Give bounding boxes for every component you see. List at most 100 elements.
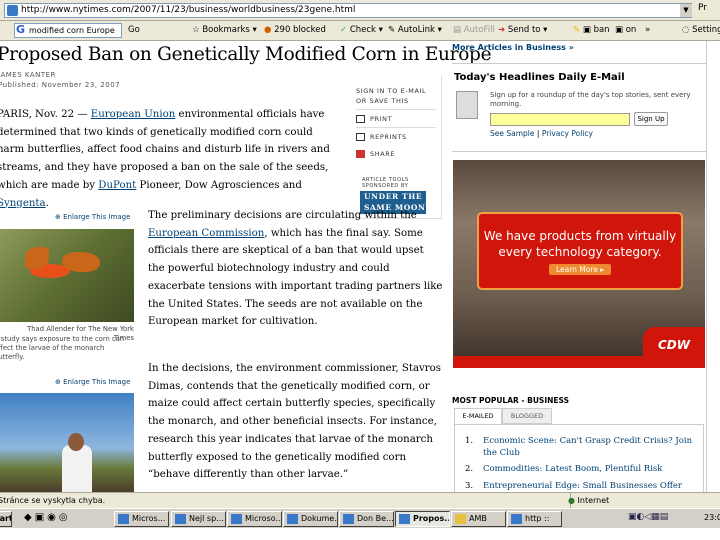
status-text: Stránce se vyskytla chyba.	[0, 496, 106, 505]
go-search-button[interactable]: Go	[128, 25, 140, 35]
more-button[interactable]: »	[645, 25, 650, 35]
dupont-link[interactable]: DuPont	[98, 180, 136, 191]
sign-in-link[interactable]: SIGN IN TO E-MAIL OR SAVE THIS	[356, 86, 436, 106]
p1-text: Pioneer, Dow Agrosciences and	[136, 179, 302, 191]
google-icon: G	[16, 23, 26, 36]
article-tools: SIGN IN TO E-MAIL OR SAVE THIS PRINT REP…	[350, 76, 442, 219]
popular-link[interactable]: Entrepreneurial Edge: Small Businesses O…	[483, 480, 695, 492]
taskbar-item[interactable]: Micros...	[114, 511, 169, 527]
address-bar: http://www.nytimes.com/2007/11/23/busine…	[0, 0, 720, 21]
butterfly-wing	[25, 247, 49, 269]
taskbar-item-active[interactable]: Propos...	[395, 511, 450, 527]
bookmarks-label: Bookmarks	[202, 25, 250, 35]
see-sample-link[interactable]: See Sample	[490, 129, 535, 138]
status-bar: Stránce se vyskytla chyba. ● Internet	[0, 492, 720, 508]
send-icon: ➜	[498, 25, 506, 35]
print-label: PRINT	[370, 115, 393, 123]
article-paragraph-2: The preliminary decisions are circulatin…	[148, 207, 443, 331]
share-button[interactable]: SHARE	[356, 145, 436, 163]
popular-item-1[interactable]: 1. Economic Scene: Can't Grasp Credit Cri…	[465, 435, 695, 459]
person-head	[68, 433, 84, 451]
url-input[interactable]: http://www.nytimes.com/2007/11/23/busine…	[4, 3, 692, 18]
check-button[interactable]: ✓ Check ▾	[340, 25, 383, 35]
print-button[interactable]: PRINT	[356, 109, 436, 127]
taskbar-item[interactable]: http ::	[507, 511, 562, 527]
taskbar-label: Micros...	[132, 514, 166, 523]
window-icon	[175, 514, 186, 524]
taskbar-item[interactable]: Nejl sp...	[171, 511, 226, 527]
blocked-label: 290 blocked	[274, 25, 326, 35]
enlarge-image-link-1[interactable]: ⊕ Enlarge This Image	[55, 213, 130, 221]
tab-e-mailed[interactable]: E-MAILED	[454, 408, 502, 424]
highlighter-icon: ✎	[573, 25, 581, 35]
zone-label: Internet	[577, 496, 610, 505]
newsletter-title: Today's Headlines Daily E-Mail	[454, 72, 625, 83]
highlight-ban-button[interactable]: ✎ ▣ ban	[573, 25, 610, 35]
tray-icons[interactable]: ▣◐◁▦▤	[628, 512, 668, 522]
taskbar-item[interactable]: Don Be...	[339, 511, 394, 527]
taskbar-label: Propos...	[413, 514, 450, 523]
sponsor-label: ARTICLE TOOLS SPONSORED BY	[362, 177, 409, 189]
popular-item-3[interactable]: 3. Entrepreneurial Edge: Small Businesses…	[465, 480, 695, 492]
tab-blogged[interactable]: BLOGGED	[502, 408, 552, 424]
person-shape	[62, 445, 92, 492]
enlarge-image-link-2[interactable]: ⊕ Enlarge This Image	[55, 378, 130, 386]
toolbar-search-input[interactable]: Gmodified corn Europe	[14, 23, 122, 38]
p1-text: environmental officials have determined …	[0, 109, 330, 191]
rank: 2.	[465, 464, 474, 474]
separator: |	[536, 129, 540, 138]
ad-message-box: We have products from virtually every te…	[477, 212, 683, 290]
share-label: SHARE	[370, 150, 396, 158]
email-input[interactable]	[490, 113, 630, 126]
send-to-button[interactable]: ➜ Send to ▾	[498, 25, 547, 35]
sign-up-button[interactable]: Sign Up	[634, 112, 668, 126]
send-to-label: Send to	[507, 25, 541, 35]
autofill-button[interactable]: ▤ AutoFill	[453, 25, 495, 35]
european-union-link[interactable]: European Union	[91, 109, 176, 120]
check-label: Check	[349, 25, 376, 35]
privacy-policy-link[interactable]: Privacy Policy	[542, 129, 593, 138]
popular-link[interactable]: Commodities: Latest Boom, Plentiful Risk	[483, 463, 695, 475]
printer-icon	[356, 115, 365, 123]
p1-text: PARIS, Nov. 22 —	[0, 109, 91, 120]
url-text: http://www.nytimes.com/2007/11/23/busine…	[21, 5, 356, 15]
taskbar-label: AMB	[469, 514, 487, 523]
taskbar-label: Dokume...	[301, 514, 338, 523]
start-button[interactable]: Start	[0, 511, 12, 527]
ban-label: ban	[593, 25, 610, 35]
taskbar-label: Microso...	[245, 514, 282, 523]
settings-button[interactable]: ◌ Settings	[682, 25, 720, 35]
popular-link[interactable]: Economic Scene: Can't Grasp Credit Crisi…	[483, 435, 695, 459]
go-button[interactable]: Pr	[698, 3, 707, 13]
window-icon	[231, 514, 242, 524]
taskbar-item[interactable]: Microso...	[227, 511, 282, 527]
p2-text: , which has the final say. Some official…	[148, 227, 443, 328]
taskbar-item[interactable]: Dokume...	[283, 511, 338, 527]
dropdown-arrow-icon[interactable]: ▼	[680, 4, 692, 17]
bookmarks-button[interactable]: ☆ Bookmarks ▾	[192, 25, 257, 35]
window-icon	[343, 514, 354, 524]
autolink-button[interactable]: ✎ AutoLink ▾	[388, 25, 442, 35]
most-popular-heading: MOST POPULAR - BUSINESS	[452, 396, 569, 405]
syngenta-link[interactable]: Syngenta	[0, 198, 46, 209]
published-date: Published: November 23, 2007	[0, 81, 121, 89]
butterfly-photo[interactable]	[0, 229, 134, 322]
popular-item-2[interactable]: 2. Commodities: Latest Boom, Plentiful Ri…	[465, 463, 695, 475]
more-articles-link[interactable]: More Articles in Business »	[452, 43, 574, 52]
quick-launch-icons[interactable]: ◆▣◉◎	[24, 512, 71, 523]
window-icon	[287, 514, 298, 524]
taskbar-label: Nejl sp...	[189, 514, 224, 523]
folder-icon	[455, 514, 466, 524]
taskbar-item[interactable]: AMB	[451, 511, 506, 527]
reprints-button[interactable]: REPRINTS	[356, 127, 436, 145]
european-commission-link[interactable]: European Commission	[148, 228, 264, 239]
check-icon: ✓	[340, 25, 348, 35]
protester-photo[interactable]	[0, 393, 134, 492]
cdw-advertisement[interactable]: We have products from virtually every te…	[453, 160, 705, 368]
learn-more-button[interactable]: Learn More ▸	[548, 264, 612, 275]
newsletter-links: See Sample | Privacy Policy	[490, 129, 593, 138]
reprints-label: REPRINTS	[370, 133, 407, 141]
settings-label: Settings	[692, 25, 720, 35]
popup-blocked-button[interactable]: ● 290 blocked	[264, 25, 326, 35]
highlight-on-button[interactable]: ▣ on	[615, 25, 636, 35]
